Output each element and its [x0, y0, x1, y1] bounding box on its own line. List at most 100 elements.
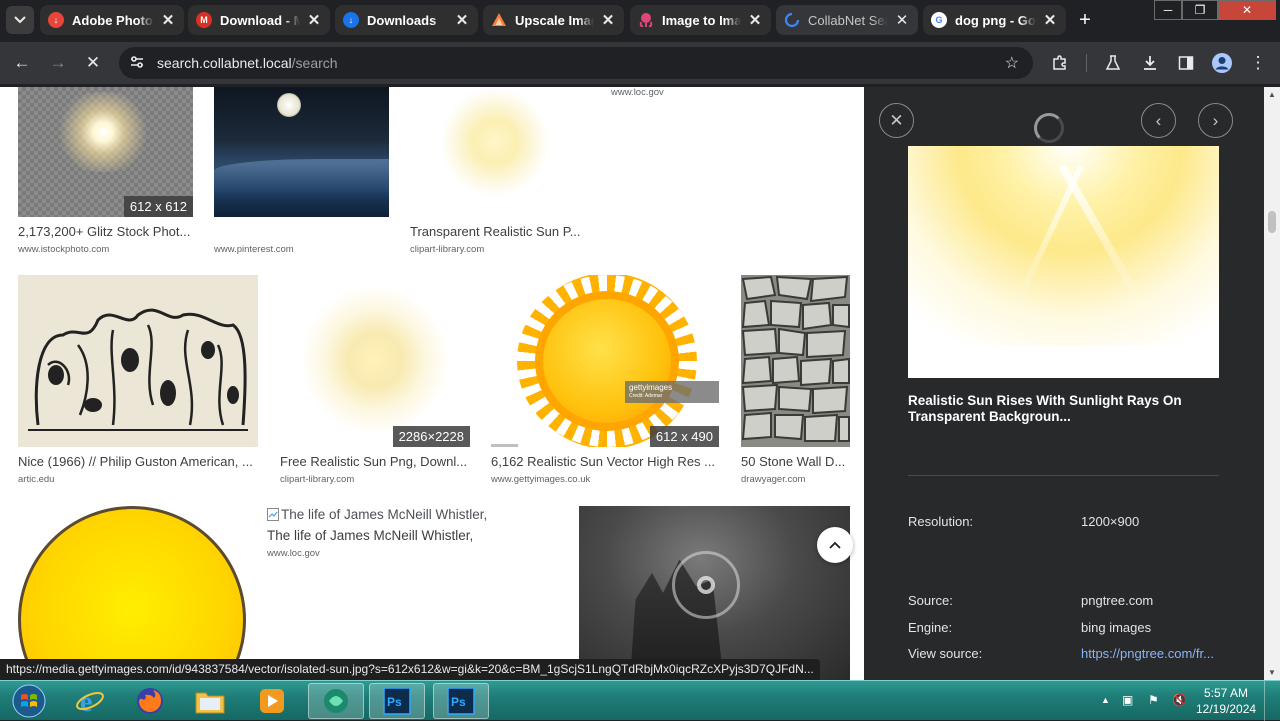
m-logo-icon: M	[196, 12, 212, 28]
chevron-left-icon: ‹	[1155, 110, 1162, 130]
show-hidden-icons[interactable]: ▲	[1101, 695, 1110, 705]
result-title[interactable]: Free Realistic Sun Png, Downl...	[280, 454, 470, 469]
result-source: clipart-library.com	[410, 244, 485, 255]
taskbar-firefox[interactable]	[122, 683, 178, 719]
result-image-glitz[interactable]: 612 x 612	[18, 87, 193, 217]
close-tab-icon[interactable]: ✕	[894, 11, 910, 29]
labs-button[interactable]	[1101, 51, 1125, 75]
taskbar-app-green[interactable]	[308, 683, 364, 719]
detail-label-view-source: View source:	[908, 646, 983, 661]
result-image-yellow-circle[interactable]	[18, 506, 246, 680]
next-image-button[interactable]: ›	[1198, 103, 1233, 138]
result-title[interactable]: 6,162 Realistic Sun Vector High Res ...	[491, 454, 719, 469]
result-title[interactable]: The life of James McNeill Whistler,	[267, 528, 547, 543]
volume-muted-icon[interactable]: 🔇	[1172, 693, 1187, 707]
result-image-guston[interactable]	[18, 275, 258, 447]
show-desktop-button[interactable]	[1264, 681, 1280, 721]
system-clock[interactable]: 5:57 AM 12/19/2024	[1196, 685, 1256, 717]
download-icon: ↓	[343, 12, 359, 28]
result-image-sun-vector[interactable]: gettyimages Credit: Ademar 612 x 490	[491, 275, 719, 447]
network-icon[interactable]: ▣	[1122, 693, 1133, 707]
address-bar[interactable]: search.collabnet.local/search ☆	[119, 47, 1033, 79]
internet-explorer-icon: e	[76, 687, 104, 716]
result-source: artic.edu	[18, 474, 55, 485]
minimize-button[interactable]: ─	[1154, 0, 1182, 20]
image-results[interactable]: 612 x 612 2,173,200+ Glitz Stock Phot...…	[0, 87, 864, 680]
view-source-link[interactable]: https://pngtree.com/fr...	[1081, 646, 1214, 661]
upscale-icon	[491, 12, 507, 28]
tab-downloads[interactable]: ↓ Downloads ✕	[335, 5, 478, 35]
tab-dog-png[interactable]: G dog png - Google ✕	[923, 5, 1066, 35]
previous-image-button[interactable]: ‹	[1141, 103, 1176, 138]
result-image-free-sun[interactable]: 2286×2228	[280, 275, 470, 447]
result-title[interactable]: Transparent Realistic Sun P...	[410, 224, 588, 239]
action-center-flag-icon[interactable]: ⚑	[1148, 693, 1159, 707]
preview-title[interactable]: Realistic Sun Rises With Sunlight Rays O…	[908, 393, 1208, 425]
back-button[interactable]: ←	[10, 51, 34, 75]
bookmark-star-icon[interactable]: ☆	[1005, 53, 1019, 73]
result-image-moon-sea[interactable]	[214, 87, 389, 217]
extensions-button[interactable]	[1048, 51, 1072, 75]
close-tab-icon[interactable]: ✕	[306, 11, 322, 29]
page-scrollbar[interactable]: ▲ ▼	[1264, 87, 1280, 680]
detail-label-engine: Engine:	[908, 620, 953, 635]
arrow-right-icon: →	[49, 53, 67, 72]
taskbar-photoshop-alt[interactable]: Ps	[369, 683, 425, 719]
new-tab-button[interactable]: +	[1071, 7, 1099, 33]
taskbar-file-explorer[interactable]	[182, 683, 238, 719]
result-image-dark-tower[interactable]	[579, 506, 850, 680]
google-icon: G	[931, 12, 947, 28]
close-icon: ✕	[85, 53, 101, 72]
detail-value-engine: bing images	[1081, 620, 1152, 635]
close-window-button[interactable]: ✕	[1218, 0, 1276, 20]
taskbar-internet-explorer[interactable]: e	[62, 683, 118, 719]
taskbar-photoshop[interactable]: Ps	[433, 683, 489, 719]
tab-adobe-photoshop[interactable]: ↓ Adobe Photoshop ✕	[40, 5, 184, 35]
image-preview-panel: ✕ ‹ › Realistic Sun Rises With Sunlight …	[864, 87, 1264, 680]
scroll-up-arrow-icon[interactable]: ▲	[1267, 90, 1277, 99]
profile-button[interactable]	[1210, 51, 1234, 75]
tab-download[interactable]: M Download - M ✕	[188, 5, 330, 35]
result-image-stone-wall[interactable]	[741, 275, 850, 447]
result-source: www.gettyimages.co.uk	[491, 474, 591, 485]
tab-collabnet-search[interactable]: CollabNet Search ✕	[776, 5, 918, 35]
downloads-button[interactable]	[1138, 51, 1162, 75]
preview-image[interactable]	[908, 146, 1219, 378]
clock-time: 5:57 AM	[1203, 686, 1249, 700]
side-panel-button[interactable]	[1174, 51, 1198, 75]
chevron-down-icon	[14, 16, 26, 24]
scroll-to-top-button[interactable]	[817, 527, 853, 563]
result-title[interactable]: Nice (1966) // Philip Guston American, .…	[18, 454, 258, 469]
sun-core	[543, 299, 671, 423]
close-tab-icon[interactable]: ✕	[454, 11, 470, 29]
yellow-disc	[18, 506, 246, 680]
tab-image-to-image[interactable]: Image to Image ✕	[630, 5, 771, 35]
result-source: www.loc.gov	[611, 87, 664, 98]
start-button[interactable]	[0, 683, 58, 719]
close-tab-icon[interactable]: ✕	[160, 11, 176, 29]
close-tab-icon[interactable]: ✕	[600, 11, 616, 29]
close-preview-button[interactable]: ✕	[879, 103, 914, 138]
broken-image[interactable]: The life of James McNeill Whistler,	[267, 507, 517, 523]
stop-loading-button[interactable]: ✕	[81, 51, 105, 75]
taskbar-media-player[interactable]	[244, 683, 300, 719]
stones	[741, 275, 850, 442]
tab-search-button[interactable]	[6, 6, 34, 34]
site-settings-icon[interactable]	[129, 54, 145, 73]
result-image-transparent-sun[interactable]	[410, 87, 585, 217]
detail-label-resolution: Resolution:	[908, 514, 974, 529]
restore-button[interactable]: ❐	[1182, 0, 1218, 20]
result-title[interactable]: 2,173,200+ Glitz Stock Phot...	[18, 224, 196, 239]
menu-button[interactable]: ⋮	[1246, 51, 1270, 75]
octopus-icon	[638, 12, 654, 28]
result-title[interactable]: 50 Stone Wall D...	[741, 454, 850, 469]
detail-label-source: Source:	[908, 593, 953, 608]
result-source: clipart-library.com	[280, 474, 355, 485]
close-tab-icon[interactable]: ✕	[747, 11, 763, 29]
url-path: /search	[291, 55, 338, 71]
forward-button[interactable]: →	[46, 51, 70, 75]
scroll-down-arrow-icon[interactable]: ▼	[1267, 668, 1277, 677]
tab-upscale-image[interactable]: Upscale Image ✕	[483, 5, 624, 35]
scrollbar-thumb[interactable]	[1268, 211, 1276, 233]
close-tab-icon[interactable]: ✕	[1042, 11, 1058, 29]
